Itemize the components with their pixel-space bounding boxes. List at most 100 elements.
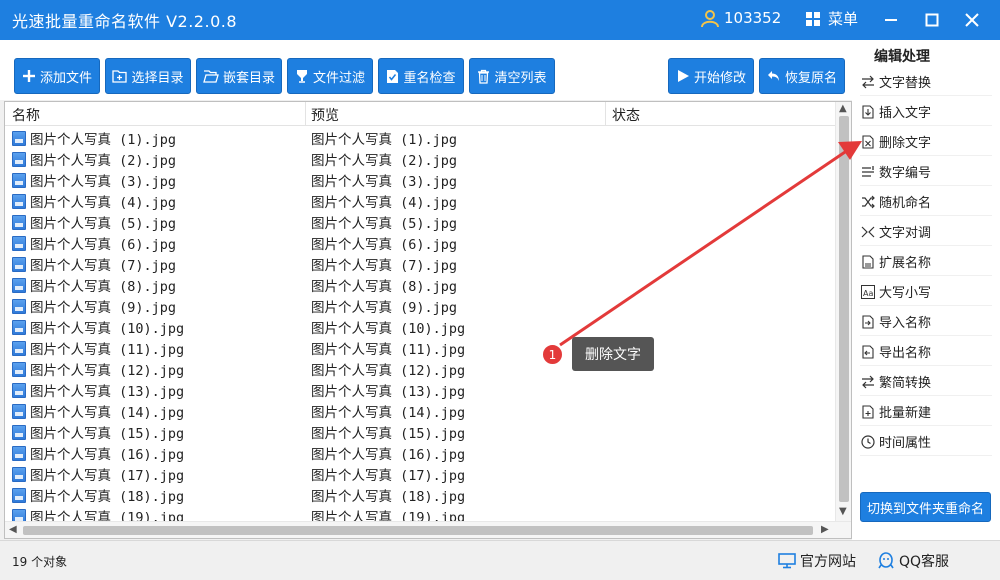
- panel-item-delete-text[interactable]: 删除文字: [860, 128, 992, 156]
- table-row[interactable]: 图片个人写真 (6).jpg 图片个人写真 (6).jpg: [5, 231, 837, 253]
- panel-item-replace[interactable]: 文字替换: [860, 68, 992, 96]
- panel-item-case[interactable]: Aa 大写小写: [860, 278, 992, 306]
- table-row[interactable]: 图片个人写真 (17).jpg 图片个人写真 (17).jpg: [5, 462, 837, 484]
- panel-item-insert[interactable]: 插入文字: [860, 98, 992, 126]
- file-filter-button[interactable]: 文件过滤: [287, 58, 373, 94]
- scroll-thumb[interactable]: [839, 116, 849, 502]
- table-row[interactable]: 图片个人写真 (16).jpg 图片个人写真 (16).jpg: [5, 441, 837, 463]
- column-divider[interactable]: [305, 102, 306, 126]
- table-row[interactable]: 图片个人写真 (13).jpg 图片个人写真 (13).jpg: [5, 378, 837, 400]
- table-row[interactable]: 图片个人写真 (19).jpg 图片个人写真 (19).jpg: [5, 504, 837, 522]
- official-website-link[interactable]: 官方网站: [778, 551, 856, 571]
- file-name: 图片个人写真 (19).jpg: [30, 510, 185, 522]
- switch-folder-rename-button[interactable]: 切换到文件夹重命名: [860, 492, 991, 522]
- panel-item-label: 数字编号: [879, 166, 932, 181]
- table-row[interactable]: 图片个人写真 (1).jpg 图片个人写真 (1).jpg: [5, 126, 837, 148]
- horizontal-scrollbar[interactable]: ◀ ▶: [5, 521, 851, 538]
- file-check-icon: [387, 69, 399, 83]
- preview-name: 图片个人写真 (10).jpg: [311, 321, 466, 337]
- vertical-scrollbar[interactable]: ▲ ▼: [835, 102, 851, 522]
- scroll-down-icon[interactable]: ▼: [839, 506, 847, 517]
- image-file-icon: [12, 214, 26, 230]
- column-header-preview[interactable]: 预览: [311, 105, 339, 125]
- restore-name-button[interactable]: 恢复原名: [759, 58, 845, 94]
- preview-name: 图片个人写真 (3).jpg: [311, 174, 458, 190]
- restore-name-label: 恢复原名: [784, 70, 837, 86]
- panel-item-clock[interactable]: 时间属性: [860, 428, 992, 456]
- qq-icon: [878, 552, 894, 569]
- table-row[interactable]: 图片个人写真 (4).jpg 图片个人写真 (4).jpg: [5, 189, 837, 211]
- scroll-up-icon[interactable]: ▲: [839, 103, 847, 114]
- swap-icon: [860, 224, 875, 239]
- panel-item-number[interactable]: 数字编号: [860, 158, 992, 186]
- file-name: 图片个人写真 (5).jpg: [30, 216, 177, 232]
- image-file-icon: [12, 340, 26, 356]
- monitor-icon: [778, 553, 796, 569]
- preview-name: 图片个人写真 (6).jpg: [311, 237, 458, 253]
- scroll-left-icon[interactable]: ◀: [9, 524, 17, 535]
- preview-name: 图片个人写真 (5).jpg: [311, 216, 458, 232]
- table-row[interactable]: 图片个人写真 (15).jpg 图片个人写真 (15).jpg: [5, 420, 837, 442]
- menu-button[interactable]: 菜单: [806, 8, 858, 29]
- panel-item-export[interactable]: 导出名称: [860, 338, 992, 366]
- new-batch-icon: [860, 404, 875, 419]
- close-button[interactable]: [958, 6, 986, 34]
- scroll-right-icon[interactable]: ▶: [821, 524, 829, 535]
- user-account[interactable]: 103352: [700, 8, 781, 28]
- preview-name: 图片个人写真 (9).jpg: [311, 300, 458, 316]
- scroll-thumb[interactable]: [23, 526, 813, 535]
- file-name-cell: 图片个人写真 (12).jpg: [12, 359, 184, 379]
- delete-text-icon: [860, 134, 875, 149]
- maximize-button[interactable]: [918, 6, 946, 34]
- select-dir-button[interactable]: 选择目录: [105, 58, 191, 94]
- column-divider[interactable]: [605, 102, 606, 126]
- grid-menu-icon: [806, 11, 820, 26]
- file-name: 图片个人写真 (1).jpg: [30, 132, 177, 148]
- table-row[interactable]: 图片个人写真 (12).jpg 图片个人写真 (12).jpg: [5, 357, 837, 379]
- table-row[interactable]: 图片个人写真 (18).jpg 图片个人写真 (18).jpg: [5, 483, 837, 505]
- rename-check-button[interactable]: 重名检查: [378, 58, 464, 94]
- clock-icon: [860, 434, 875, 449]
- file-name-cell: 图片个人写真 (4).jpg: [12, 191, 176, 211]
- panel-item-extension[interactable]: 扩展名称: [860, 248, 992, 276]
- column-header-name[interactable]: 名称: [12, 105, 40, 125]
- clear-list-button[interactable]: 清空列表: [469, 58, 555, 94]
- panel-item-label: 大写小写: [879, 286, 932, 301]
- table-row[interactable]: 图片个人写真 (2).jpg 图片个人写真 (2).jpg: [5, 147, 837, 169]
- import-icon: [860, 314, 875, 329]
- extension-icon: [860, 254, 875, 269]
- image-file-icon: [12, 193, 26, 209]
- table-row[interactable]: 图片个人写真 (9).jpg 图片个人写真 (9).jpg: [5, 294, 837, 316]
- preview-name: 图片个人写真 (18).jpg: [311, 489, 466, 505]
- preview-name: 图片个人写真 (13).jpg: [311, 384, 466, 400]
- table-row[interactable]: 图片个人写真 (5).jpg 图片个人写真 (5).jpg: [5, 210, 837, 232]
- panel-item-convert[interactable]: 繁简转换: [860, 368, 992, 396]
- status-bar: 19 个对象 官方网站 QQ客服: [0, 540, 1000, 580]
- table-row[interactable]: 图片个人写真 (7).jpg 图片个人写真 (7).jpg: [5, 252, 837, 274]
- panel-item-import[interactable]: 导入名称: [860, 308, 992, 336]
- table-row[interactable]: 图片个人写真 (3).jpg 图片个人写真 (3).jpg: [5, 168, 837, 190]
- qq-support-label: QQ客服: [899, 554, 950, 570]
- table-row[interactable]: 图片个人写真 (10).jpg 图片个人写真 (10).jpg: [5, 315, 837, 337]
- table-row[interactable]: 图片个人写真 (11).jpg 图片个人写真 (11).jpg: [5, 336, 837, 358]
- table-row[interactable]: 图片个人写真 (14).jpg 图片个人写真 (14).jpg: [5, 399, 837, 421]
- panel-item-label: 导入名称: [879, 316, 932, 331]
- file-list[interactable]: 名称 预览 状态 图片个人写真 (1).jpg 图片个人写真 (1).jpg 图片个…: [4, 101, 852, 539]
- minimize-button[interactable]: [877, 6, 905, 34]
- nested-dir-button[interactable]: 嵌套目录: [196, 58, 282, 94]
- column-header-status[interactable]: 状态: [612, 105, 640, 125]
- panel-item-swap[interactable]: 文字对调: [860, 218, 992, 246]
- table-row[interactable]: 图片个人写真 (8).jpg 图片个人写真 (8).jpg: [5, 273, 837, 295]
- panel-item-shuffle[interactable]: 随机命名: [860, 188, 992, 216]
- file-name: 图片个人写真 (9).jpg: [30, 300, 177, 316]
- preview-name: 图片个人写真 (19).jpg: [311, 510, 466, 522]
- panel-item-new-batch[interactable]: 批量新建: [860, 398, 992, 426]
- file-name: 图片个人写真 (14).jpg: [30, 405, 185, 421]
- image-file-icon: [12, 298, 26, 314]
- qq-support-link[interactable]: QQ客服: [877, 551, 949, 571]
- insert-icon: [860, 104, 875, 119]
- add-file-button[interactable]: 添加文件: [14, 58, 100, 94]
- start-modify-button[interactable]: 开始修改: [668, 58, 754, 94]
- preview-name: 图片个人写真 (17).jpg: [311, 468, 466, 484]
- preview-name: 图片个人写真 (14).jpg: [311, 405, 466, 421]
